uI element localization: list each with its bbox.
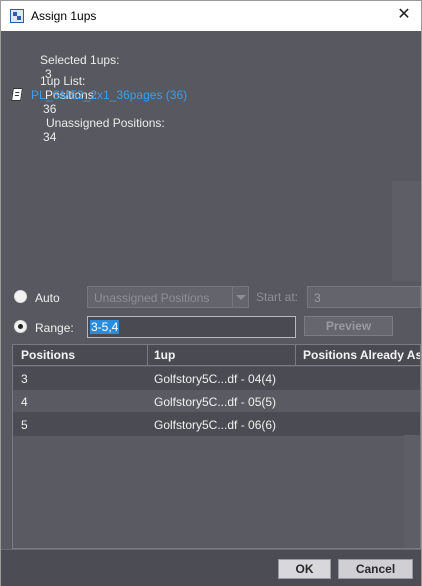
unassigned-label: Unassigned Positions:	[46, 116, 165, 130]
range-input-value: 3-5,4	[90, 320, 120, 334]
cell-position: 4	[21, 395, 28, 409]
dialog-footer: OK Cancel	[1, 549, 421, 586]
column-divider[interactable]	[295, 345, 296, 366]
column-header-positions-already-assigned[interactable]: Positions Already Ass	[303, 348, 420, 362]
range-input[interactable]: 3-5,4	[87, 316, 296, 338]
table-row[interactable]: 4 Golfstory5C...df - 05(5)	[13, 390, 420, 413]
cancel-button[interactable]: Cancel	[338, 559, 413, 579]
assign-1ups-dialog: Assign 1ups ✕ Selected 1ups: 3 1up List:…	[0, 0, 422, 586]
1up-list-line: 1up List: Positions: 36 Unassigned Posit…	[20, 60, 165, 158]
unassigned-value: 34	[43, 130, 57, 144]
preview-button[interactable]: Preview	[304, 316, 393, 336]
dialog-content: Selected 1ups: 3 1up List: Positions: 36…	[1, 31, 421, 549]
table-row[interactable]: 3 Golfstory5C...df - 04(4)	[13, 367, 420, 390]
cell-position: 5	[21, 418, 28, 432]
app-icon	[10, 9, 24, 23]
start-at-input[interactable]: 3	[307, 286, 421, 308]
cell-1up: Golfstory5C...df - 06(6)	[154, 418, 277, 432]
cell-1up: Golfstory5C...df - 04(4)	[154, 372, 277, 386]
positions-table: Positions 1up Positions Already Ass 3 Go…	[12, 344, 421, 549]
document-link[interactable]: PL_SM52_2x1_36pages (36)	[31, 88, 187, 102]
auto-label: Auto	[35, 291, 60, 305]
range-radio[interactable]	[14, 320, 27, 333]
column-divider[interactable]	[147, 345, 148, 366]
table-header: Positions 1up Positions Already Ass	[13, 345, 420, 366]
column-header-positions[interactable]: Positions	[21, 348, 75, 362]
start-at-label: Start at:	[256, 290, 299, 304]
close-icon[interactable]: ✕	[395, 5, 413, 25]
positions-value: 36	[43, 102, 57, 116]
range-label: Range:	[35, 321, 74, 335]
auto-radio[interactable]	[14, 290, 27, 303]
table-shade	[404, 435, 420, 548]
list-panel-shade	[392, 181, 421, 281]
ok-button[interactable]: OK	[278, 559, 331, 579]
column-header-1up[interactable]: 1up	[154, 348, 175, 362]
1up-list-label: 1up List:	[40, 74, 86, 88]
document-icon	[11, 88, 23, 101]
title-bar[interactable]: Assign 1ups ✕	[1, 1, 421, 31]
position-mode-value: Unassigned Positions	[94, 291, 210, 305]
chevron-down-icon[interactable]	[232, 287, 248, 307]
cell-1up: Golfstory5C...df - 05(5)	[154, 395, 277, 409]
cell-position: 3	[21, 372, 28, 386]
table-row[interactable]: 5 Golfstory5C...df - 06(6)	[13, 413, 420, 436]
window-title: Assign 1ups	[31, 9, 97, 23]
position-mode-select[interactable]: Unassigned Positions	[87, 286, 249, 308]
